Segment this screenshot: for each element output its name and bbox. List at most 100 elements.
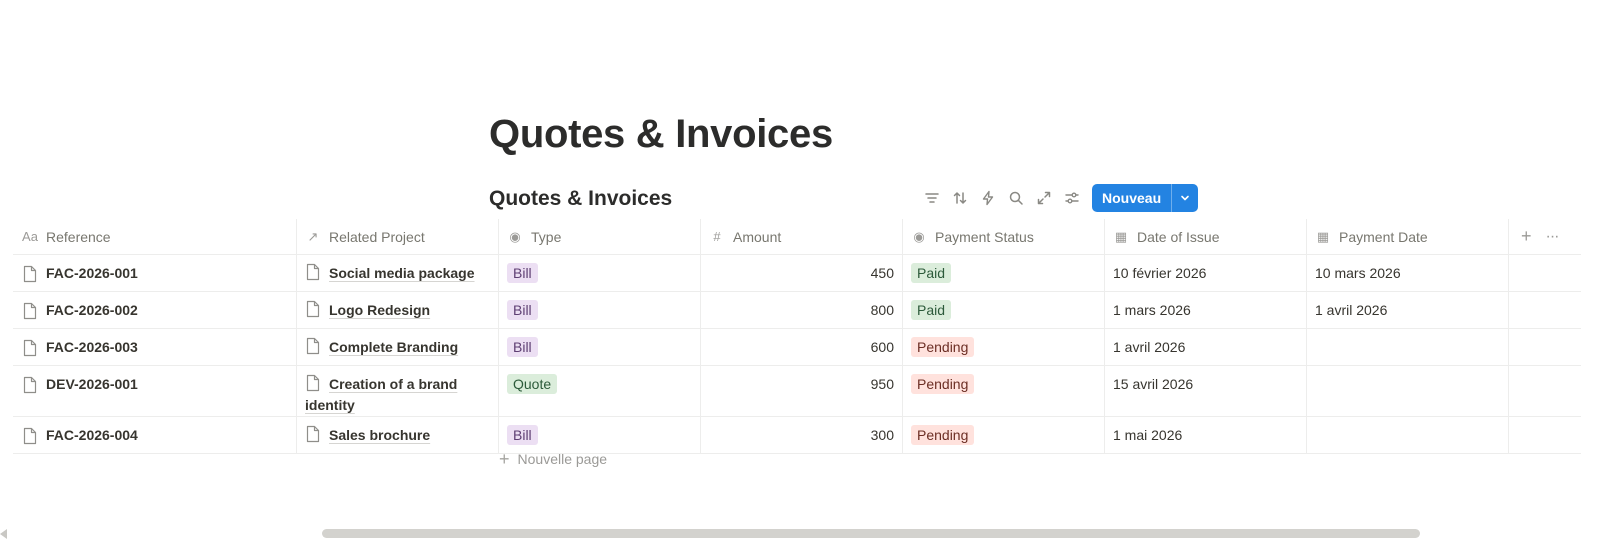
- column-header-related-project[interactable]: ↗ Related Project: [297, 219, 499, 254]
- header-actions: + ···: [1509, 219, 1581, 254]
- amount-text: 800: [870, 302, 894, 318]
- reference-text: FAC-2026-002: [46, 302, 138, 318]
- add-property-icon[interactable]: +: [1521, 226, 1532, 247]
- type-cell[interactable]: Bill: [499, 329, 701, 365]
- column-header-date-of-issue[interactable]: ▦ Date of Issue: [1105, 219, 1307, 254]
- column-label: Amount: [733, 228, 782, 245]
- type-cell[interactable]: Bill: [499, 292, 701, 328]
- payment-status-cell[interactable]: Paid: [903, 255, 1105, 291]
- payment-status-cell[interactable]: Paid: [903, 292, 1105, 328]
- expand-icon[interactable]: [1030, 184, 1058, 212]
- date-of-issue-cell[interactable]: 1 avril 2026: [1105, 329, 1307, 365]
- plus-icon: +: [499, 449, 510, 469]
- reference-text: FAC-2026-001: [46, 265, 138, 281]
- page-icon: [305, 425, 321, 443]
- type-cell[interactable]: Bill: [499, 255, 701, 291]
- page-icon: [22, 265, 38, 283]
- amount-cell[interactable]: 450: [701, 255, 903, 291]
- reference-cell[interactable]: FAC-2026-003: [13, 329, 297, 365]
- reference-cell[interactable]: FAC-2026-002: [13, 292, 297, 328]
- type-tag: Bill: [507, 300, 538, 320]
- related-project-link[interactable]: Creation of a brand identity: [305, 374, 490, 416]
- new-button[interactable]: Nouveau: [1092, 184, 1171, 212]
- related-project-text: Sales brochure: [329, 427, 431, 443]
- reference-cell[interactable]: FAC-2026-001: [13, 255, 297, 291]
- type-tag: Quote: [507, 374, 558, 394]
- related-project-link[interactable]: Logo Redesign: [305, 300, 430, 321]
- calendar-icon: ▦: [1316, 228, 1330, 244]
- related-project-link[interactable]: Social media package: [305, 263, 475, 284]
- date-of-issue-text: 1 avril 2026: [1113, 339, 1186, 355]
- payment-status-cell[interactable]: Pending: [903, 329, 1105, 365]
- new-page-button[interactable]: + Nouvelle page: [499, 449, 607, 469]
- date-of-issue-cell[interactable]: 10 février 2026: [1105, 255, 1307, 291]
- date-of-issue-cell[interactable]: 15 avril 2026: [1105, 366, 1307, 416]
- related-project-link[interactable]: Sales brochure: [305, 425, 430, 446]
- payment-status-cell[interactable]: Pending: [903, 366, 1105, 416]
- payment-date-cell[interactable]: [1307, 417, 1509, 453]
- column-label: Type: [531, 228, 562, 245]
- type-tag: Bill: [507, 337, 538, 357]
- type-tag: Bill: [507, 263, 538, 283]
- amount-text: 450: [870, 265, 894, 281]
- table-row[interactable]: FAC-2026-003 Complete Branding Bill 600 …: [13, 329, 1581, 366]
- payment-date-cell[interactable]: [1307, 329, 1509, 365]
- page-icon: [305, 300, 321, 318]
- scroll-left-arrow-icon[interactable]: [0, 529, 7, 539]
- date-of-issue-cell[interactable]: 1 mai 2026: [1105, 417, 1307, 453]
- settings-icon[interactable]: [1058, 184, 1086, 212]
- payment-date-cell[interactable]: 1 avril 2026: [1307, 292, 1509, 328]
- related-project-cell[interactable]: Social media package: [297, 255, 499, 291]
- horizontal-scrollbar[interactable]: [322, 529, 1420, 538]
- page-icon: [22, 376, 38, 394]
- filter-icon[interactable]: [918, 184, 946, 212]
- database-toolbar: Nouveau: [918, 184, 1199, 212]
- empty-cell: [1509, 329, 1581, 365]
- column-label: Date of Issue: [1137, 228, 1220, 245]
- search-icon[interactable]: [1002, 184, 1030, 212]
- amount-text: 300: [870, 427, 894, 443]
- chevron-down-icon[interactable]: [1172, 184, 1198, 212]
- status-badge: Pending: [911, 374, 975, 394]
- column-header-payment-status[interactable]: ◉ Payment Status: [903, 219, 1105, 254]
- amount-cell[interactable]: 950: [701, 366, 903, 416]
- type-cell[interactable]: Bill: [499, 417, 701, 453]
- date-of-issue-cell[interactable]: 1 mars 2026: [1105, 292, 1307, 328]
- table-row[interactable]: DEV-2026-001 Creation of a brand identit…: [13, 366, 1581, 417]
- related-project-cell[interactable]: Sales brochure: [297, 417, 499, 453]
- table-header: Aa Reference ↗ Related Project ◉ Type # …: [13, 219, 1581, 255]
- amount-cell[interactable]: 600: [701, 329, 903, 365]
- amount-cell[interactable]: 800: [701, 292, 903, 328]
- status-badge: Paid: [911, 300, 952, 320]
- table-row[interactable]: FAC-2026-002 Logo Redesign Bill 800 Paid…: [13, 292, 1581, 329]
- related-project-link[interactable]: Complete Branding: [305, 337, 458, 358]
- related-project-cell[interactable]: Creation of a brand identity: [297, 366, 499, 416]
- table-row[interactable]: FAC-2026-001 Social media package Bill 4…: [13, 255, 1581, 292]
- payment-status-cell[interactable]: Pending: [903, 417, 1105, 453]
- type-tag: Bill: [507, 425, 538, 445]
- payment-date-cell[interactable]: [1307, 366, 1509, 416]
- database-table: Aa Reference ↗ Related Project ◉ Type # …: [13, 219, 1581, 454]
- table-row[interactable]: FAC-2026-004 Sales brochure Bill 300 Pen…: [13, 417, 1581, 454]
- related-project-text: Social media package: [329, 265, 475, 281]
- column-header-amount[interactable]: # Amount: [701, 219, 903, 254]
- column-header-reference[interactable]: Aa Reference: [13, 219, 297, 254]
- sort-icon[interactable]: [946, 184, 974, 212]
- payment-date-cell[interactable]: 10 mars 2026: [1307, 255, 1509, 291]
- database-title[interactable]: Quotes & Invoices: [489, 187, 672, 211]
- related-project-cell[interactable]: Complete Branding: [297, 329, 499, 365]
- select-icon: ◉: [509, 228, 521, 244]
- text-icon: Aa: [22, 229, 38, 244]
- reference-cell[interactable]: FAC-2026-004: [13, 417, 297, 453]
- date-of-issue-text: 10 février 2026: [1113, 265, 1207, 281]
- type-cell[interactable]: Quote: [499, 366, 701, 416]
- reference-cell[interactable]: DEV-2026-001: [13, 366, 297, 416]
- automation-icon[interactable]: [974, 184, 1002, 212]
- related-project-cell[interactable]: Logo Redesign: [297, 292, 499, 328]
- column-header-type[interactable]: ◉ Type: [499, 219, 701, 254]
- new-button-group: Nouveau: [1092, 184, 1199, 212]
- page-icon: [305, 374, 321, 392]
- more-options-icon[interactable]: ···: [1546, 228, 1560, 246]
- amount-cell[interactable]: 300: [701, 417, 903, 453]
- column-header-payment-date[interactable]: ▦ Payment Date: [1307, 219, 1509, 254]
